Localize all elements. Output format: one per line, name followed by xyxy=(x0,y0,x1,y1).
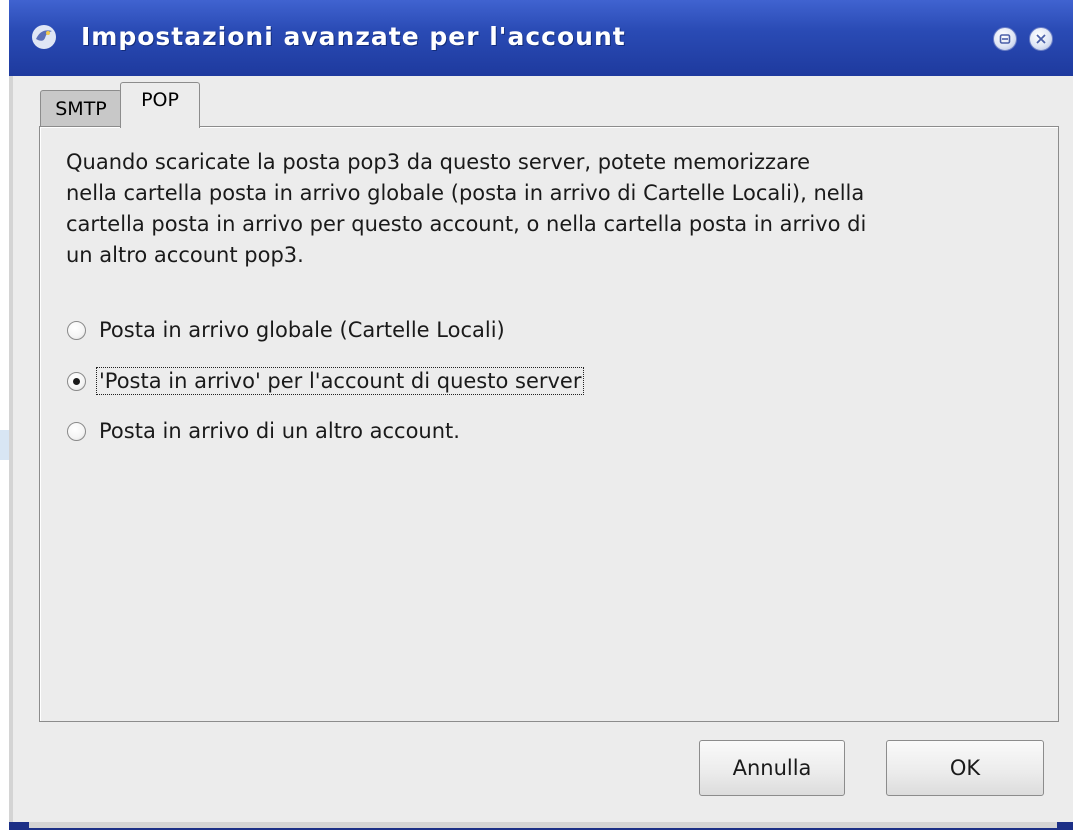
radio-button[interactable] xyxy=(67,421,86,441)
radio-other-account-inbox[interactable]: Posta in arrivo di un altro account. xyxy=(67,414,462,448)
title-bar[interactable]: Impostazioni avanzate per l'account xyxy=(9,0,1073,76)
description-line: un altro account pop3. xyxy=(66,243,304,267)
radio-account-inbox[interactable]: 'Posta in arrivo' per l'account di quest… xyxy=(67,364,585,398)
dialog-window: Impostazioni avanzate per l'account SMTP… xyxy=(9,0,1073,830)
window-bottom-border xyxy=(9,822,1073,830)
tab-smtp[interactable]: SMTP xyxy=(40,90,122,126)
tab-pop[interactable]: POP xyxy=(120,82,200,128)
pop-description: Quando scaricate la posta pop3 da questo… xyxy=(66,147,1056,271)
radio-button[interactable] xyxy=(67,320,86,340)
radio-label: 'Posta in arrivo' per l'account di quest… xyxy=(95,367,585,395)
pop-tab-panel: Quando scaricate la posta pop3 da questo… xyxy=(39,126,1059,722)
minimize-icon[interactable] xyxy=(993,27,1017,51)
cancel-button[interactable]: Annulla xyxy=(699,740,845,796)
background-wallpaper-left xyxy=(0,430,9,460)
description-line: Quando scaricate la posta pop3 da questo… xyxy=(66,150,811,174)
ok-button[interactable]: OK xyxy=(886,740,1044,796)
thunderbird-icon xyxy=(31,24,57,50)
description-line: nella cartella posta in arrivo globale (… xyxy=(66,181,865,205)
close-icon[interactable] xyxy=(1029,27,1053,51)
radio-global-inbox[interactable]: Posta in arrivo globale (Cartelle Locali… xyxy=(67,313,507,347)
radio-button-checked[interactable] xyxy=(67,371,86,391)
radio-label: Posta in arrivo di un altro account. xyxy=(99,419,460,443)
window-title: Impostazioni avanzate per l'account xyxy=(81,22,626,51)
dialog-content: SMTP POP Quando scaricate la posta pop3 … xyxy=(9,76,1073,822)
radio-label: Posta in arrivo globale (Cartelle Locali… xyxy=(99,318,505,342)
description-line: cartella posta in arrivo per questo acco… xyxy=(66,212,867,236)
